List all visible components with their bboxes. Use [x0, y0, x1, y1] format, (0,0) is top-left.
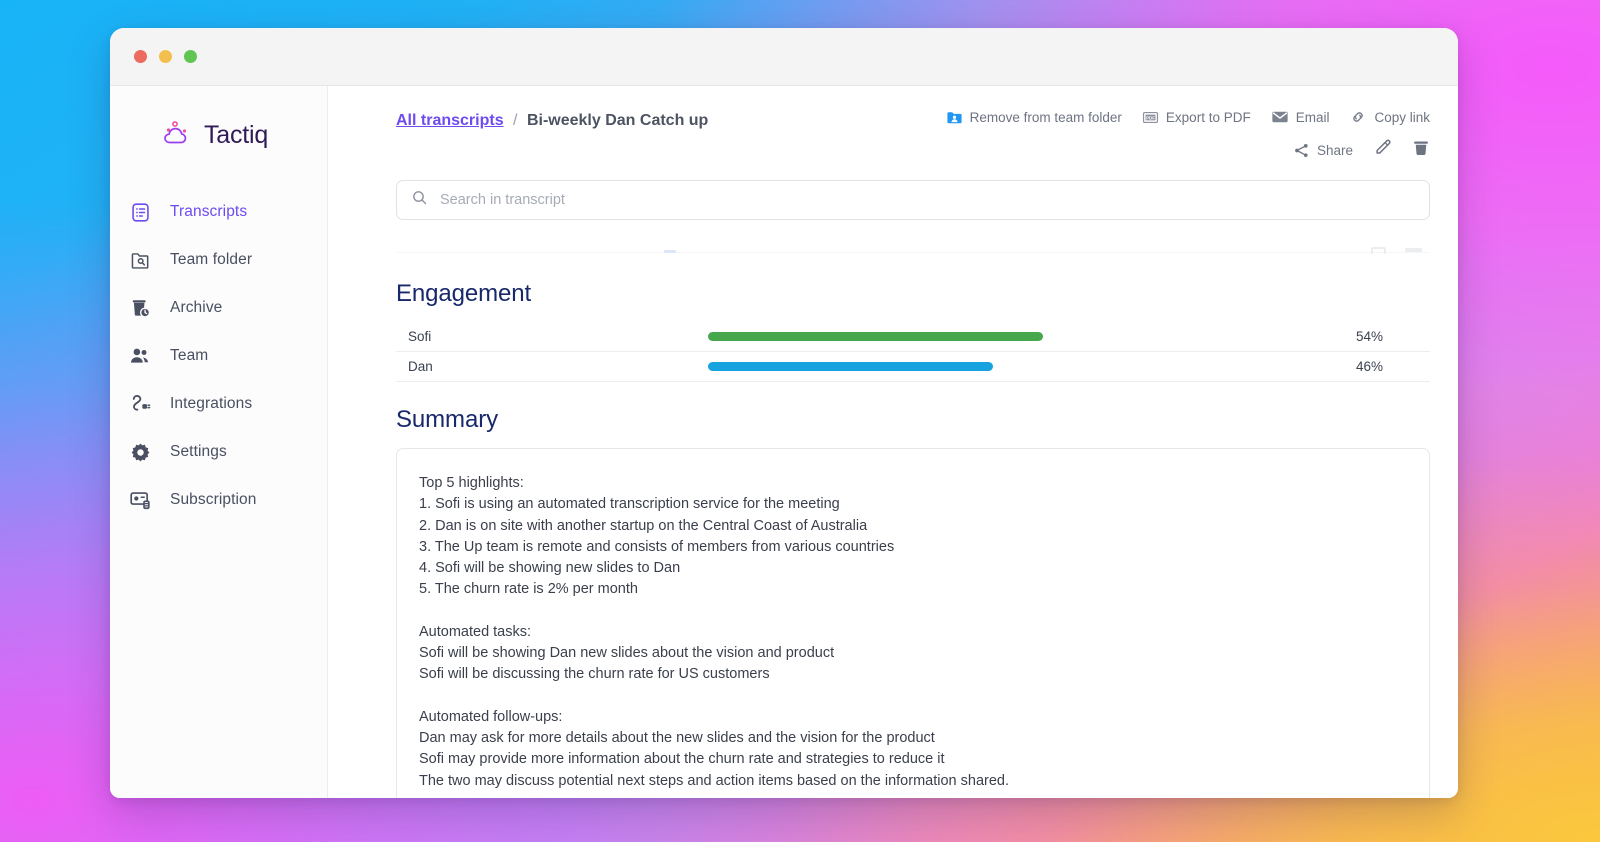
summary-line: Sofi will be showing Dan new slides abou…: [419, 645, 835, 662]
share-icon: [1293, 142, 1310, 159]
copy-link-button[interactable]: Copy link: [1349, 108, 1430, 126]
sidebar-item-label: Integrations: [170, 395, 253, 412]
breadcrumb-all-transcripts-link[interactable]: All transcripts: [396, 112, 504, 129]
summary-line: 5. The churn rate is 2% per month: [419, 581, 638, 598]
summary-line: Sofi will be discussing the churn rate f…: [419, 666, 770, 683]
engagement-bar: [708, 332, 1043, 341]
tactiq-cloud-logo-icon: [162, 119, 194, 152]
traffic-light-controls: [134, 50, 197, 63]
remove-from-team-folder-button[interactable]: Remove from team folder: [946, 109, 1122, 126]
sidebar-item-team-folder[interactable]: Team folder: [110, 236, 327, 284]
sidebar-item-team[interactable]: Team: [110, 332, 327, 380]
summary-blank-line: [419, 686, 1407, 707]
sidebar-item-settings[interactable]: Settings: [110, 428, 327, 476]
sidebar-item-integrations[interactable]: Integrations: [110, 380, 327, 428]
engagement-heading: Engagement: [396, 280, 532, 307]
action-label: Remove from team folder: [969, 109, 1122, 125]
engagement-percent-label: 54%: [1356, 329, 1384, 344]
folder-search-icon: [128, 248, 152, 272]
close-window-button[interactable]: [134, 50, 147, 63]
partial-icon-right: [1405, 248, 1422, 252]
edit-title-button[interactable]: [1373, 138, 1392, 162]
main-content: All transcripts / Bi-weekly Dan Catch up: [328, 86, 1458, 798]
engagement-participant-name: Sofi: [408, 329, 432, 344]
pdf-icon: PDF: [1142, 109, 1159, 126]
brand-name: Tactiq: [204, 120, 269, 149]
window-titlebar: [110, 28, 1458, 86]
window-body: Tactiq Transcripts Team folder Archive T…: [110, 86, 1458, 798]
breadcrumb: All transcripts / Bi-weekly Dan Catch up: [396, 108, 708, 130]
sidebar-nav: Transcripts Team folder Archive Team Int…: [110, 188, 327, 524]
summary-line: Automated follow-ups:: [419, 708, 563, 725]
app-window: Tactiq Transcripts Team folder Archive T…: [110, 28, 1458, 798]
engagement-bar-track: [708, 362, 1328, 371]
partial-marker: [664, 250, 676, 253]
sidebar-item-transcripts[interactable]: Transcripts: [110, 188, 327, 236]
summary-line: 4. Sofi will be showing new slides to Da…: [419, 560, 681, 577]
sidebar-item-subscription[interactable]: Subscription: [110, 476, 327, 524]
summary-blank-line: [419, 601, 1407, 622]
table-row: Sofi 54%: [396, 322, 1430, 352]
toolbar-actions: Remove from team folder PDF Export to PD…: [946, 108, 1430, 162]
divider: [396, 252, 1430, 253]
partial-icon-left: [1371, 247, 1386, 254]
svg-text:PDF: PDF: [1146, 115, 1155, 120]
envelope-icon: [1271, 108, 1289, 126]
summary-line: 3. The Up team is remote and consists of…: [419, 538, 895, 555]
engagement-chart: Sofi 54% Dan 46%: [396, 322, 1430, 382]
sidebar-item-label: Team folder: [170, 251, 253, 268]
search-input[interactable]: [440, 192, 1415, 208]
summary-line: 1. Sofi is using an automated transcript…: [419, 496, 840, 513]
toolbar-secondary-row: Share: [1293, 138, 1430, 162]
summary-text-box: Top 5 highlights: 1. Sofi is using an aut…: [396, 448, 1430, 798]
plug-icon: [128, 392, 152, 416]
sidebar-item-label: Team: [170, 347, 209, 364]
trash-delete-icon: [1412, 139, 1430, 162]
pencil-edit-icon: [1373, 138, 1392, 162]
table-row: Dan 46%: [396, 352, 1430, 382]
sidebar-item-label: Subscription: [170, 491, 257, 508]
engagement-participant-name: Dan: [408, 359, 433, 374]
archive-clock-icon: [128, 296, 152, 320]
summary-line: 2. Dan is on site with another startup o…: [419, 517, 868, 534]
action-label: Share: [1316, 142, 1353, 158]
credit-card-icon: [128, 488, 152, 512]
summary-line: Sofi may provide more information about …: [419, 751, 945, 768]
maximize-window-button[interactable]: [184, 50, 197, 63]
gear-icon: [128, 440, 152, 464]
engagement-bar: [708, 362, 994, 371]
summary-heading: Summary: [396, 406, 498, 433]
action-label: Email: [1295, 109, 1330, 125]
search-icon: [411, 189, 428, 211]
breadcrumb-current-title: Bi-weekly Dan Catch up: [526, 112, 709, 129]
export-to-pdf-button[interactable]: PDF Export to PDF: [1142, 109, 1251, 126]
summary-line: The two may discuss potential next steps…: [419, 772, 1009, 789]
summary-line: Dan may ask for more details about the n…: [419, 729, 935, 746]
scrolled-content-edge: [396, 234, 1430, 256]
delete-transcript-button[interactable]: [1412, 139, 1430, 162]
action-label: Copy link: [1374, 109, 1430, 125]
breadcrumb-separator: /: [513, 112, 518, 129]
content-topbar: All transcripts / Bi-weekly Dan Catch up: [396, 108, 1430, 162]
sidebar-item-label: Archive: [170, 299, 223, 316]
link-icon: [1349, 108, 1367, 126]
engagement-bar-track: [708, 332, 1328, 341]
sidebar-item-label: Settings: [170, 443, 227, 460]
action-label: Export to PDF: [1165, 109, 1251, 125]
toolbar-primary-row: Remove from team folder PDF Export to PD…: [946, 108, 1430, 126]
summary-line: Top 5 highlights:: [419, 475, 524, 491]
sidebar-item-label: Transcripts: [170, 203, 248, 220]
summary-line: Automated tasks:: [419, 623, 532, 640]
sidebar-item-archive[interactable]: Archive: [110, 284, 327, 332]
sidebar: Tactiq Transcripts Team folder Archive T…: [110, 86, 328, 798]
email-button[interactable]: Email: [1271, 108, 1330, 126]
minimize-window-button[interactable]: [159, 50, 172, 63]
share-button[interactable]: Share: [1293, 142, 1353, 159]
engagement-percent-label: 46%: [1356, 359, 1384, 374]
folder-person-icon: [946, 109, 963, 126]
document-list-icon: [128, 200, 152, 224]
people-icon: [128, 344, 152, 368]
search-in-transcript-bar[interactable]: [396, 180, 1430, 220]
brand-logo[interactable]: Tactiq: [110, 108, 327, 162]
